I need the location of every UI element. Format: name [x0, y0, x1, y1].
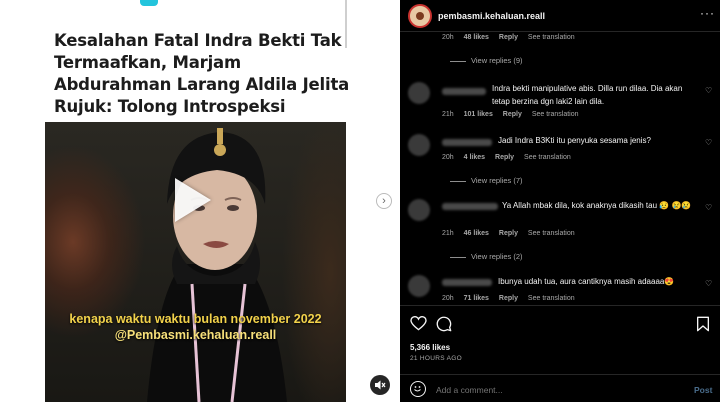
- logo-fragment: [140, 0, 158, 6]
- comment-time: 20h: [442, 34, 454, 41]
- reply-button[interactable]: Reply: [499, 230, 518, 237]
- more-options-icon[interactable]: ···: [700, 6, 715, 20]
- heart-icon[interactable]: ♡: [705, 138, 712, 147]
- comment-input[interactable]: [436, 385, 666, 395]
- comment-time: 21h: [442, 111, 454, 118]
- comment-avatar[interactable]: [408, 199, 430, 221]
- video-caption-line1: kenapa waktu waktu bulan november 2022: [69, 312, 322, 326]
- comment-text: Indra bekti manipulative abis. Dilla run…: [492, 84, 683, 106]
- post-header: pembasmi.kehaluan.reall ···: [400, 0, 720, 32]
- comment-likes[interactable]: 48 likes: [464, 34, 489, 41]
- comment-likes[interactable]: 4 likes: [464, 154, 485, 161]
- comment-text: Ibunya udah tua, aura cantiknya masih ad…: [498, 277, 675, 286]
- video-player[interactable]: kenapa waktu waktu bulan november 2022 @…: [45, 122, 346, 402]
- emoji-icon[interactable]: [410, 381, 426, 397]
- heart-icon[interactable]: ♡: [705, 279, 712, 288]
- avatar[interactable]: [408, 4, 432, 28]
- comment-meta: 20h 71 likes Reply See translation: [442, 295, 583, 302]
- see-translation-link[interactable]: See translation: [524, 154, 571, 161]
- comment-text: Jadi Indra B3Kti itu penyuka sesama jeni…: [498, 136, 651, 145]
- post-panel: pembasmi.kehaluan.reall ··· 20h 48 likes…: [400, 0, 720, 402]
- comment-icon[interactable]: [436, 316, 452, 332]
- comment-meta: 20h 48 likes Reply See translation: [442, 34, 583, 41]
- heart-icon[interactable]: [410, 316, 427, 331]
- media-pane: Kesalahan Fatal Indra Bekti Tak Termaafk…: [0, 0, 400, 402]
- comment-avatar[interactable]: [408, 134, 430, 156]
- see-translation-link[interactable]: See translation: [532, 111, 579, 118]
- reply-button[interactable]: Reply: [499, 34, 518, 41]
- comment-text: Ya Allah mbak dila, kok anaknya dikasih …: [502, 201, 692, 210]
- comment-bar: Post: [400, 374, 720, 402]
- reply-button[interactable]: Reply: [503, 111, 522, 118]
- mute-icon[interactable]: [370, 375, 390, 395]
- likes-count[interactable]: 5,366 likes: [410, 343, 450, 352]
- view-replies-link[interactable]: View replies (9): [450, 56, 523, 65]
- comment-meta: 21h 101 likes Reply See translation: [442, 111, 587, 118]
- heart-icon[interactable]: ♡: [705, 86, 712, 95]
- username[interactable]: pembasmi.kehaluan.reall: [438, 11, 545, 21]
- comment-likes[interactable]: 101 likes: [464, 111, 493, 118]
- comment-avatar[interactable]: [408, 82, 430, 104]
- comment-username[interactable]: [442, 88, 486, 95]
- view-replies-link[interactable]: View replies (2): [450, 252, 523, 261]
- comment-avatar[interactable]: [408, 275, 430, 297]
- chevron-right-icon[interactable]: ›: [376, 193, 392, 209]
- comment-likes[interactable]: 71 likes: [464, 295, 489, 302]
- comment-time: 20h: [442, 154, 454, 161]
- reply-button[interactable]: Reply: [495, 154, 514, 161]
- person-figure: [147, 128, 287, 402]
- bookmark-icon[interactable]: [696, 316, 710, 332]
- comment-meta: 21h 46 likes Reply See translation: [442, 230, 583, 237]
- comment-username[interactable]: [442, 279, 492, 286]
- comment-username[interactable]: [442, 139, 492, 146]
- post-actions: 5,366 likes 21 HOURS AGO Post: [400, 305, 720, 402]
- article-headline: Kesalahan Fatal Indra Bekti Tak Termaafk…: [54, 31, 350, 116]
- post-time: 21 HOURS AGO: [410, 355, 463, 362]
- see-translation-link[interactable]: See translation: [528, 230, 575, 237]
- see-translation-link[interactable]: See translation: [528, 295, 575, 302]
- post-button[interactable]: Post: [694, 385, 712, 395]
- comment-time: 20h: [442, 295, 454, 302]
- see-translation-link[interactable]: See translation: [528, 34, 575, 41]
- video-caption-line2: @Pembasmi.kehaluan.reall: [114, 328, 277, 342]
- comment-meta: 20h 4 likes Reply See translation: [442, 154, 579, 161]
- heart-icon[interactable]: ♡: [705, 203, 712, 212]
- play-icon[interactable]: [175, 178, 211, 222]
- comment-likes[interactable]: 46 likes: [464, 230, 489, 237]
- comment-time: 21h: [442, 230, 454, 237]
- reply-button[interactable]: Reply: [499, 295, 518, 302]
- view-replies-link[interactable]: View replies (7): [450, 176, 523, 185]
